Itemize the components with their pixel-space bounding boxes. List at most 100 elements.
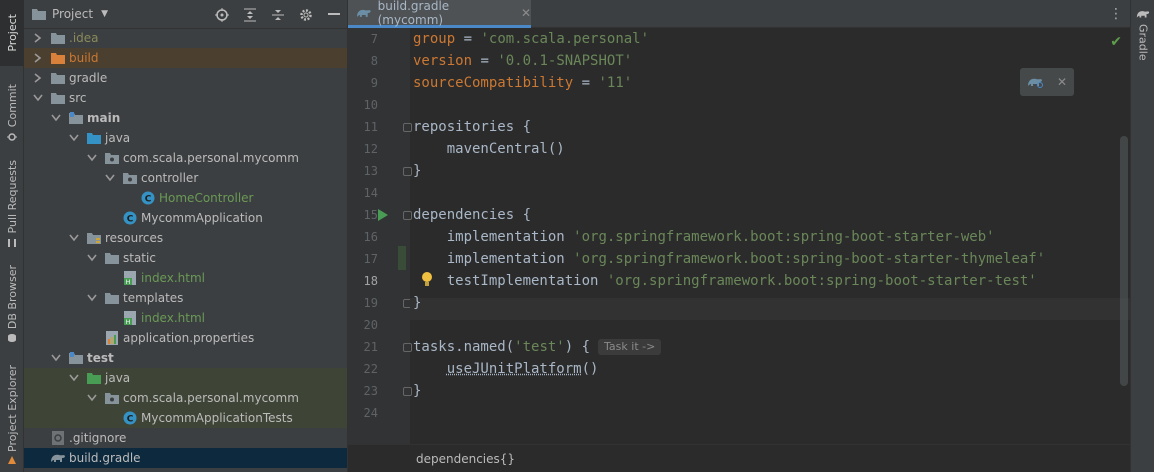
hide-panel-icon[interactable]: [327, 8, 341, 22]
tool-tab-project[interactable]: Project: [0, 0, 24, 66]
chevron-down-icon[interactable]: [104, 172, 116, 184]
tool-tab-db-browser[interactable]: DB Browser: [0, 262, 24, 346]
project-view-dropdown-icon[interactable]: ▼: [101, 9, 108, 19]
tree-row[interactable]: .gitignore: [24, 428, 347, 448]
tool-tab-gradle[interactable]: Gradle: [1131, 8, 1154, 61]
tree-row[interactable]: controller: [24, 168, 347, 188]
code-line[interactable]: useJUnitPlatform(): [413, 358, 598, 380]
chevron-down-icon[interactable]: [50, 112, 62, 124]
tree-row[interactable]: build: [24, 48, 347, 68]
tree-indent-spacer: [122, 192, 134, 204]
code-line[interactable]: }: [413, 160, 421, 182]
tree-row[interactable]: .idea: [24, 28, 347, 48]
code-line[interactable]: }: [413, 380, 421, 402]
tree-row[interactable]: java: [24, 368, 347, 388]
run-gutter-icon[interactable]: [378, 209, 388, 221]
collapse-all-icon[interactable]: [271, 8, 285, 22]
gradle-reload-icon[interactable]: [1027, 76, 1043, 88]
folder-icon: [104, 291, 120, 305]
lightbulb-icon[interactable]: [420, 271, 434, 289]
tree-row[interactable]: src: [24, 88, 347, 108]
locate-icon[interactable]: [215, 8, 229, 22]
chevron-down-icon[interactable]: [68, 372, 80, 384]
line-number: 20: [348, 318, 378, 332]
tree-row[interactable]: Hindex.html: [24, 308, 347, 328]
tree-row[interactable]: com.scala.personal.mycomm: [24, 148, 347, 168]
gradle-icon: [1136, 8, 1150, 20]
code-line[interactable]: sourceCompatibility = '11': [413, 72, 632, 94]
gradle-reload-popup[interactable]: ✕: [1020, 68, 1074, 96]
chevron-down-icon[interactable]: [68, 132, 80, 144]
tree-row-label: resources: [105, 231, 163, 245]
code-line[interactable]: }: [413, 292, 421, 314]
chevron-down-icon[interactable]: [68, 232, 80, 244]
code-line[interactable]: dependencies {: [413, 204, 531, 226]
tree-row[interactable]: application.properties: [24, 328, 347, 348]
breadcrumb[interactable]: dependencies{}: [348, 444, 1131, 472]
code-line[interactable]: implementation 'org.springframework.boot…: [413, 248, 1045, 270]
html-file-icon: H: [122, 311, 138, 325]
chevron-down-icon[interactable]: [50, 352, 62, 364]
tree-row-label: HomeController: [159, 191, 253, 205]
code-line[interactable]: group = 'com.scala.personal': [413, 28, 649, 50]
expand-all-icon[interactable]: [243, 8, 257, 22]
line-number: 24: [348, 406, 378, 420]
tree-row[interactable]: java: [24, 128, 347, 148]
chevron-down-icon[interactable]: [86, 392, 98, 404]
tool-tab-pull-requests[interactable]: Pull Requests: [0, 156, 24, 252]
chevron-right-icon[interactable]: [32, 32, 44, 44]
tool-tab-commit[interactable]: Commit: [0, 78, 24, 148]
tree-row[interactable]: main: [24, 108, 347, 128]
tree-row[interactable]: build.gradle: [24, 448, 347, 468]
tree-row[interactable]: gradle: [24, 68, 347, 88]
chevron-down-icon[interactable]: [32, 92, 44, 104]
folder-module-icon: [68, 111, 84, 125]
tree-row-label: application.properties: [123, 331, 254, 345]
tree-row[interactable]: templates: [24, 288, 347, 308]
left-tool-strip: Project Commit Pull Requests DB Browser …: [0, 0, 24, 472]
tree-row[interactable]: Hindex.html: [24, 268, 347, 288]
tree-row[interactable]: C MycommApplicationTests: [24, 408, 347, 428]
chevron-right-icon[interactable]: [32, 72, 44, 84]
project-panel-title: Project: [52, 7, 93, 21]
popup-close-icon[interactable]: ✕: [1057, 75, 1067, 89]
line-number: 21: [348, 340, 378, 354]
code-line[interactable]: mavenCentral(): [413, 138, 565, 160]
code-line[interactable]: tasks.named('test') {Task it ->: [413, 336, 661, 358]
code-line[interactable]: testImplementation 'org.springframework.…: [413, 270, 1037, 292]
code-line[interactable]: repositories {: [413, 116, 531, 138]
tab-build-gradle[interactable]: build.gradle (mycomm) ✕: [348, 0, 531, 28]
class-icon: C: [122, 211, 138, 225]
gear-icon[interactable]: [299, 8, 313, 22]
line-number: 16: [348, 230, 378, 244]
svg-text:C: C: [127, 415, 134, 425]
close-tab-icon[interactable]: ✕: [521, 6, 531, 20]
tree-row[interactable]: C MycommApplication: [24, 208, 347, 228]
chevron-right-icon[interactable]: [32, 52, 44, 64]
tree-row-label: src: [69, 91, 87, 105]
tree-row[interactable]: static: [24, 248, 347, 268]
tree-row[interactable]: C HomeController: [24, 188, 347, 208]
folder-icon: [50, 31, 66, 45]
tree-row-label: .gitignore: [69, 431, 126, 445]
line-number: 13: [348, 164, 378, 178]
tree-indent-spacer: [86, 332, 98, 344]
more-tabs-icon[interactable]: ⋮: [1109, 6, 1122, 22]
code-line[interactable]: implementation 'org.springframework.boot…: [413, 226, 995, 248]
tree-row[interactable]: resources: [24, 228, 347, 248]
tree-row-label: .idea: [69, 31, 99, 45]
line-number: 12: [348, 142, 378, 156]
inspection-ok-icon[interactable]: ✔: [1110, 34, 1122, 50]
tree-row[interactable]: com.scala.personal.mycomm: [24, 388, 347, 408]
chevron-down-icon[interactable]: [86, 152, 98, 164]
tree-row[interactable]: test: [24, 348, 347, 368]
project-panel: Project ▼ .idea build gradle src main java com…: [24, 0, 347, 472]
chevron-down-icon[interactable]: [86, 252, 98, 264]
line-number: 11: [348, 120, 378, 134]
tool-tab-project-explorer[interactable]: Project Explorer: [0, 360, 24, 470]
editor-scrollbar[interactable]: [1120, 136, 1128, 386]
breadcrumb-item[interactable]: dependencies{}: [416, 452, 515, 466]
code-line[interactable]: version = '0.0.1-SNAPSHOT': [413, 50, 632, 72]
folder-orange-icon: [50, 51, 66, 65]
chevron-down-icon[interactable]: [86, 292, 98, 304]
